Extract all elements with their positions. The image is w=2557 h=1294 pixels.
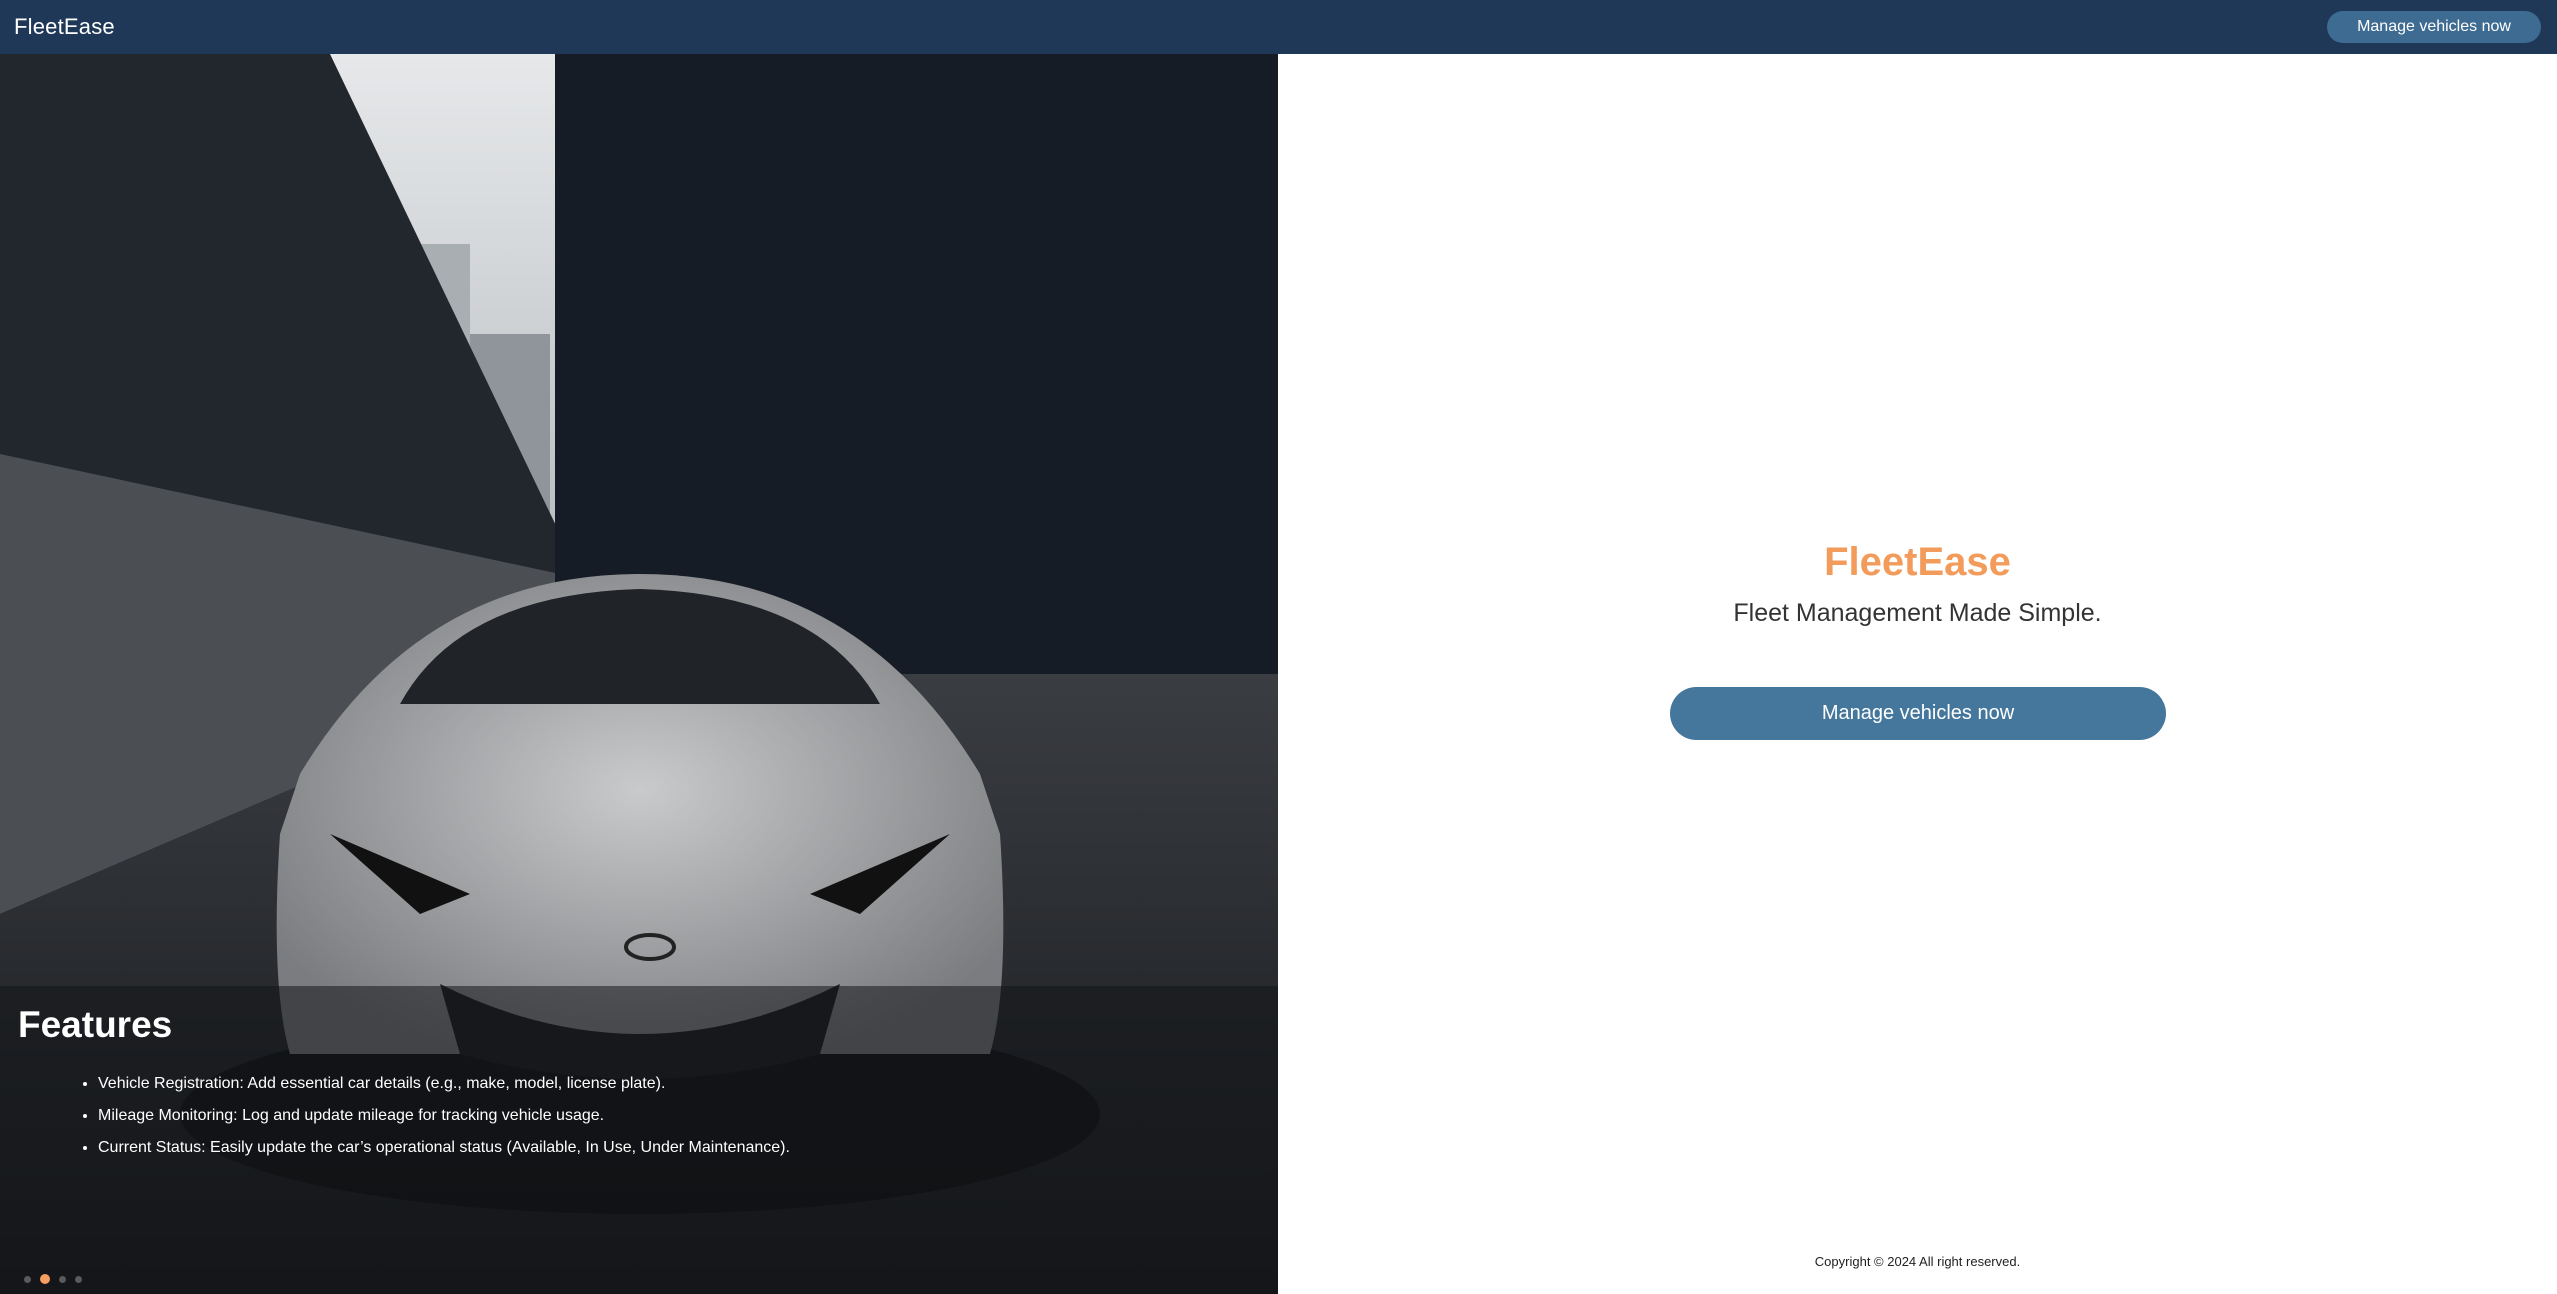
carousel-dot-2[interactable] xyxy=(40,1274,50,1284)
features-title: Features xyxy=(18,1004,173,1045)
hero-panel: FleetEase Fleet Management Made Simple. … xyxy=(1278,54,2557,1294)
list-item: Mileage Monitoring: Log and update milea… xyxy=(98,1100,1260,1132)
hero-subtitle: Fleet Management Made Simple. xyxy=(1733,599,2102,627)
carousel-dot-1[interactable] xyxy=(24,1275,31,1283)
list-item: Current Status: Easily update the car’s … xyxy=(98,1132,1260,1164)
copyright-text: Copyright © 2024 All right reserved. xyxy=(1814,1254,2021,1269)
carousel-dot-3[interactable] xyxy=(59,1275,66,1283)
carousel-indicators xyxy=(24,1274,82,1284)
manage-vehicles-button[interactable]: Manage vehicles now xyxy=(1670,687,2166,740)
top-navbar: FleetEase Manage vehicles now xyxy=(0,0,2557,54)
feature-carousel: Features Vehicle Registration: Add essen… xyxy=(0,54,1278,1294)
hero-title: FleetEase xyxy=(1824,540,2011,584)
navbar-manage-vehicles-button[interactable]: Manage vehicles now xyxy=(2327,11,2541,43)
list-item: Vehicle Registration: Add essential car … xyxy=(98,1068,1260,1100)
features-panel: Features Vehicle Registration: Add essen… xyxy=(0,986,1278,1294)
features-list: Vehicle Registration: Add essential car … xyxy=(18,1068,1260,1164)
carousel-dot-4[interactable] xyxy=(75,1275,82,1283)
navbar-brand[interactable]: FleetEase xyxy=(14,14,115,40)
